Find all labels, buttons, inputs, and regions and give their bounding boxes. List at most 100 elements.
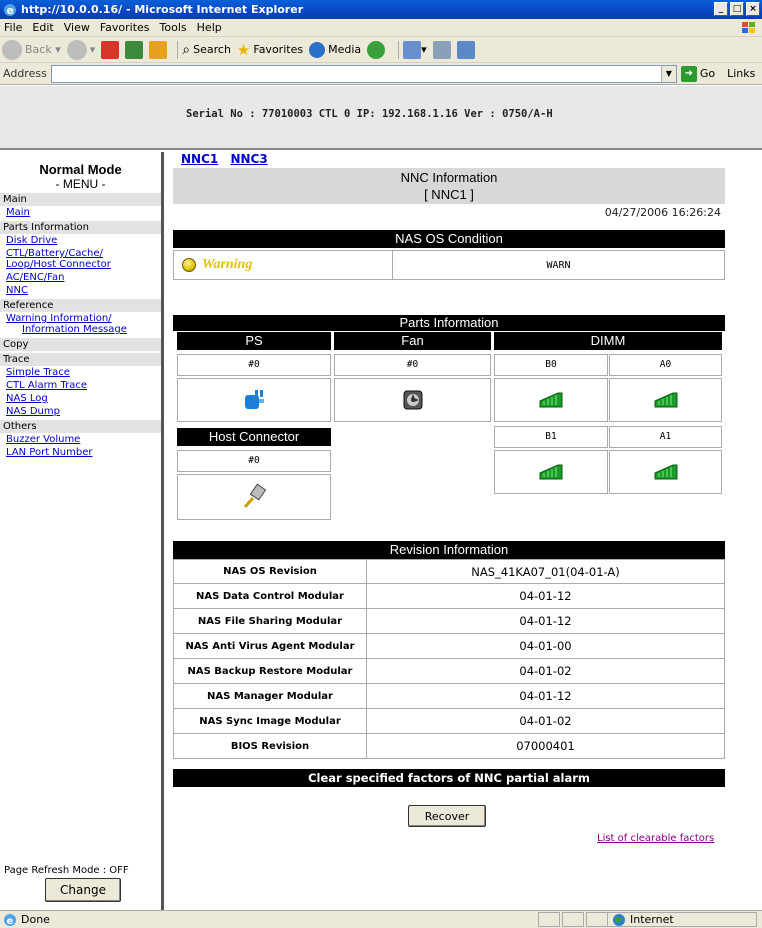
svg-text:e: e <box>7 916 14 927</box>
power-supply-icon <box>245 390 264 409</box>
address-label: Address <box>3 67 47 80</box>
mode-title: Normal Mode <box>39 162 122 177</box>
nav-link-loop-host-connector[interactable]: Loop/Host Connector <box>0 259 161 271</box>
go-button[interactable]: ➜ Go <box>680 65 715 82</box>
table-row: NAS File Sharing Modular 04-01-12 <box>173 609 725 634</box>
address-input[interactable]: ▼ <box>50 64 677 83</box>
os-condition-value: WARN <box>546 259 571 271</box>
left-menu: Normal Mode - MENU - Main Main Parts Inf… <box>0 152 164 910</box>
links-button[interactable]: Links <box>727 67 755 80</box>
nav-link-nas-log[interactable]: NAS Log <box>0 392 161 405</box>
clearable-factors-link[interactable]: List of clearable factors <box>597 833 714 844</box>
revision-value: 04-01-00 <box>519 639 572 653</box>
dimm-a1-cell <box>609 450 722 494</box>
fan-number: #0 <box>334 354 491 376</box>
nav-link-lan-port-number[interactable]: LAN Port Number <box>0 446 161 459</box>
nav-link-disk-drive[interactable]: Disk Drive <box>0 234 161 247</box>
tab-nnc3[interactable]: NNC3 <box>230 152 267 166</box>
table-row: NAS Data Control Modular 04-01-12 <box>173 584 725 609</box>
recover-button[interactable]: Recover <box>408 805 486 827</box>
os-condition-row: Warning WARN <box>173 250 725 280</box>
revision-table: NAS OS Revision NAS_41KA07_01(04-01-A) NA… <box>173 559 725 759</box>
back-button[interactable]: Back ▾ <box>2 39 61 60</box>
close-button[interactable]: × <box>746 2 760 16</box>
dimm-slot-b0: B0 <box>494 354 608 376</box>
ps-number: #0 <box>177 354 331 376</box>
menu-favorites[interactable]: Favorites <box>100 21 150 34</box>
forward-button[interactable]: ▾ <box>66 39 95 60</box>
edit-button[interactable] <box>456 40 475 59</box>
memory-module-icon <box>654 464 677 480</box>
revision-value: 04-01-12 <box>519 614 572 628</box>
revision-value: 04-01-02 <box>519 714 572 728</box>
security-zone: Internet <box>607 912 757 927</box>
dimm-b0-cell <box>494 378 608 422</box>
revision-key: NAS OS Revision <box>174 560 367 583</box>
revision-key: NAS Anti Virus Agent Modular <box>174 634 367 658</box>
nav-link-ac-enc-fan[interactable]: AC/ENC/Fan <box>0 271 161 284</box>
globe-icon <box>613 914 625 926</box>
menu-tools[interactable]: Tools <box>160 21 187 34</box>
forward-arrow-icon <box>66 39 87 60</box>
table-row: NAS Sync Image Modular 04-01-02 <box>173 709 725 734</box>
nav-link-warning-information[interactable]: Warning Information/ <box>0 312 161 324</box>
menu-file[interactable]: File <box>4 21 22 34</box>
mail-icon <box>403 40 422 59</box>
nav-link-nas-dump[interactable]: NAS Dump <box>0 405 161 418</box>
nav-link-main[interactable]: Main <box>0 206 161 219</box>
memory-module-icon <box>539 464 563 480</box>
mail-button[interactable]: ▾ <box>403 40 427 59</box>
dimm-slot-a1: A1 <box>609 426 722 448</box>
nav-link-simple-trace[interactable]: Simple Trace <box>0 366 161 379</box>
history-button[interactable] <box>367 40 388 59</box>
page-done-icon: e <box>4 913 16 927</box>
status-bar: e Done Internet <box>0 910 762 928</box>
nav-link-ctl-alarm-trace[interactable]: CTL Alarm Trace <box>0 379 161 392</box>
nav-link-nnc[interactable]: NNC <box>0 284 161 297</box>
ps-header: PS <box>177 332 331 350</box>
revision-key: NAS Backup Restore Modular <box>174 659 367 683</box>
nav-section-trace: Trace <box>0 353 161 366</box>
revision-key: NAS Data Control Modular <box>174 584 367 608</box>
media-button[interactable]: Media <box>309 41 361 58</box>
revision-value: 04-01-12 <box>519 589 572 603</box>
host-connector-number: #0 <box>177 450 331 472</box>
nav-section-main: Main <box>0 193 161 206</box>
toolbar: Back ▾ ▾ ⌕ Search ★ Favorites Media ▾ <box>0 37 762 63</box>
nav-link-buzzer-volume[interactable]: Buzzer Volume <box>0 433 161 446</box>
print-button[interactable] <box>432 40 451 59</box>
memory-module-icon <box>654 392 677 408</box>
fan-cell <box>334 378 491 422</box>
media-icon <box>309 41 326 58</box>
history-icon <box>367 40 386 59</box>
favorites-button[interactable]: ★ Favorites <box>237 41 303 59</box>
stop-button[interactable] <box>101 40 120 59</box>
dimm-b1-cell <box>494 450 608 494</box>
address-dropdown-icon[interactable]: ▼ <box>660 65 676 82</box>
toolbar-separator <box>398 40 400 59</box>
menu-help[interactable]: Help <box>197 21 222 34</box>
revision-value: 04-01-12 <box>519 689 572 703</box>
table-row: NAS OS Revision NAS_41KA07_01(04-01-A) <box>173 559 725 584</box>
stop-icon <box>101 40 120 59</box>
status-pane <box>538 912 560 927</box>
nnc-info-sub: [ NNC1 ] <box>424 187 474 202</box>
menu-view[interactable]: View <box>64 21 90 34</box>
nav-section-reference: Reference <box>0 299 161 312</box>
window-title: http://10.0.0.16/ - Microsoft Internet E… <box>21 3 304 16</box>
home-button[interactable] <box>149 40 168 59</box>
nav-link-ctl-battery-cache[interactable]: CTL/Battery/Cache/ <box>0 247 161 259</box>
nav-section-copy: Copy <box>0 338 161 351</box>
minimize-button[interactable]: _ <box>714 2 728 16</box>
search-button[interactable]: ⌕ Search <box>182 42 231 58</box>
nav-link-information-message[interactable]: Information Message <box>0 324 161 336</box>
menu-edit[interactable]: Edit <box>32 21 53 34</box>
refresh-mode-label: Page Refresh Mode : OFF <box>4 865 129 876</box>
change-button[interactable]: Change <box>45 878 121 902</box>
refresh-button[interactable] <box>125 40 144 59</box>
tab-nnc1[interactable]: NNC1 <box>181 152 218 166</box>
dimm-a0-cell <box>609 378 722 422</box>
status-panes <box>538 912 610 927</box>
os-condition-status: Warning <box>174 251 393 279</box>
maximize-button[interactable]: □ <box>730 2 744 16</box>
